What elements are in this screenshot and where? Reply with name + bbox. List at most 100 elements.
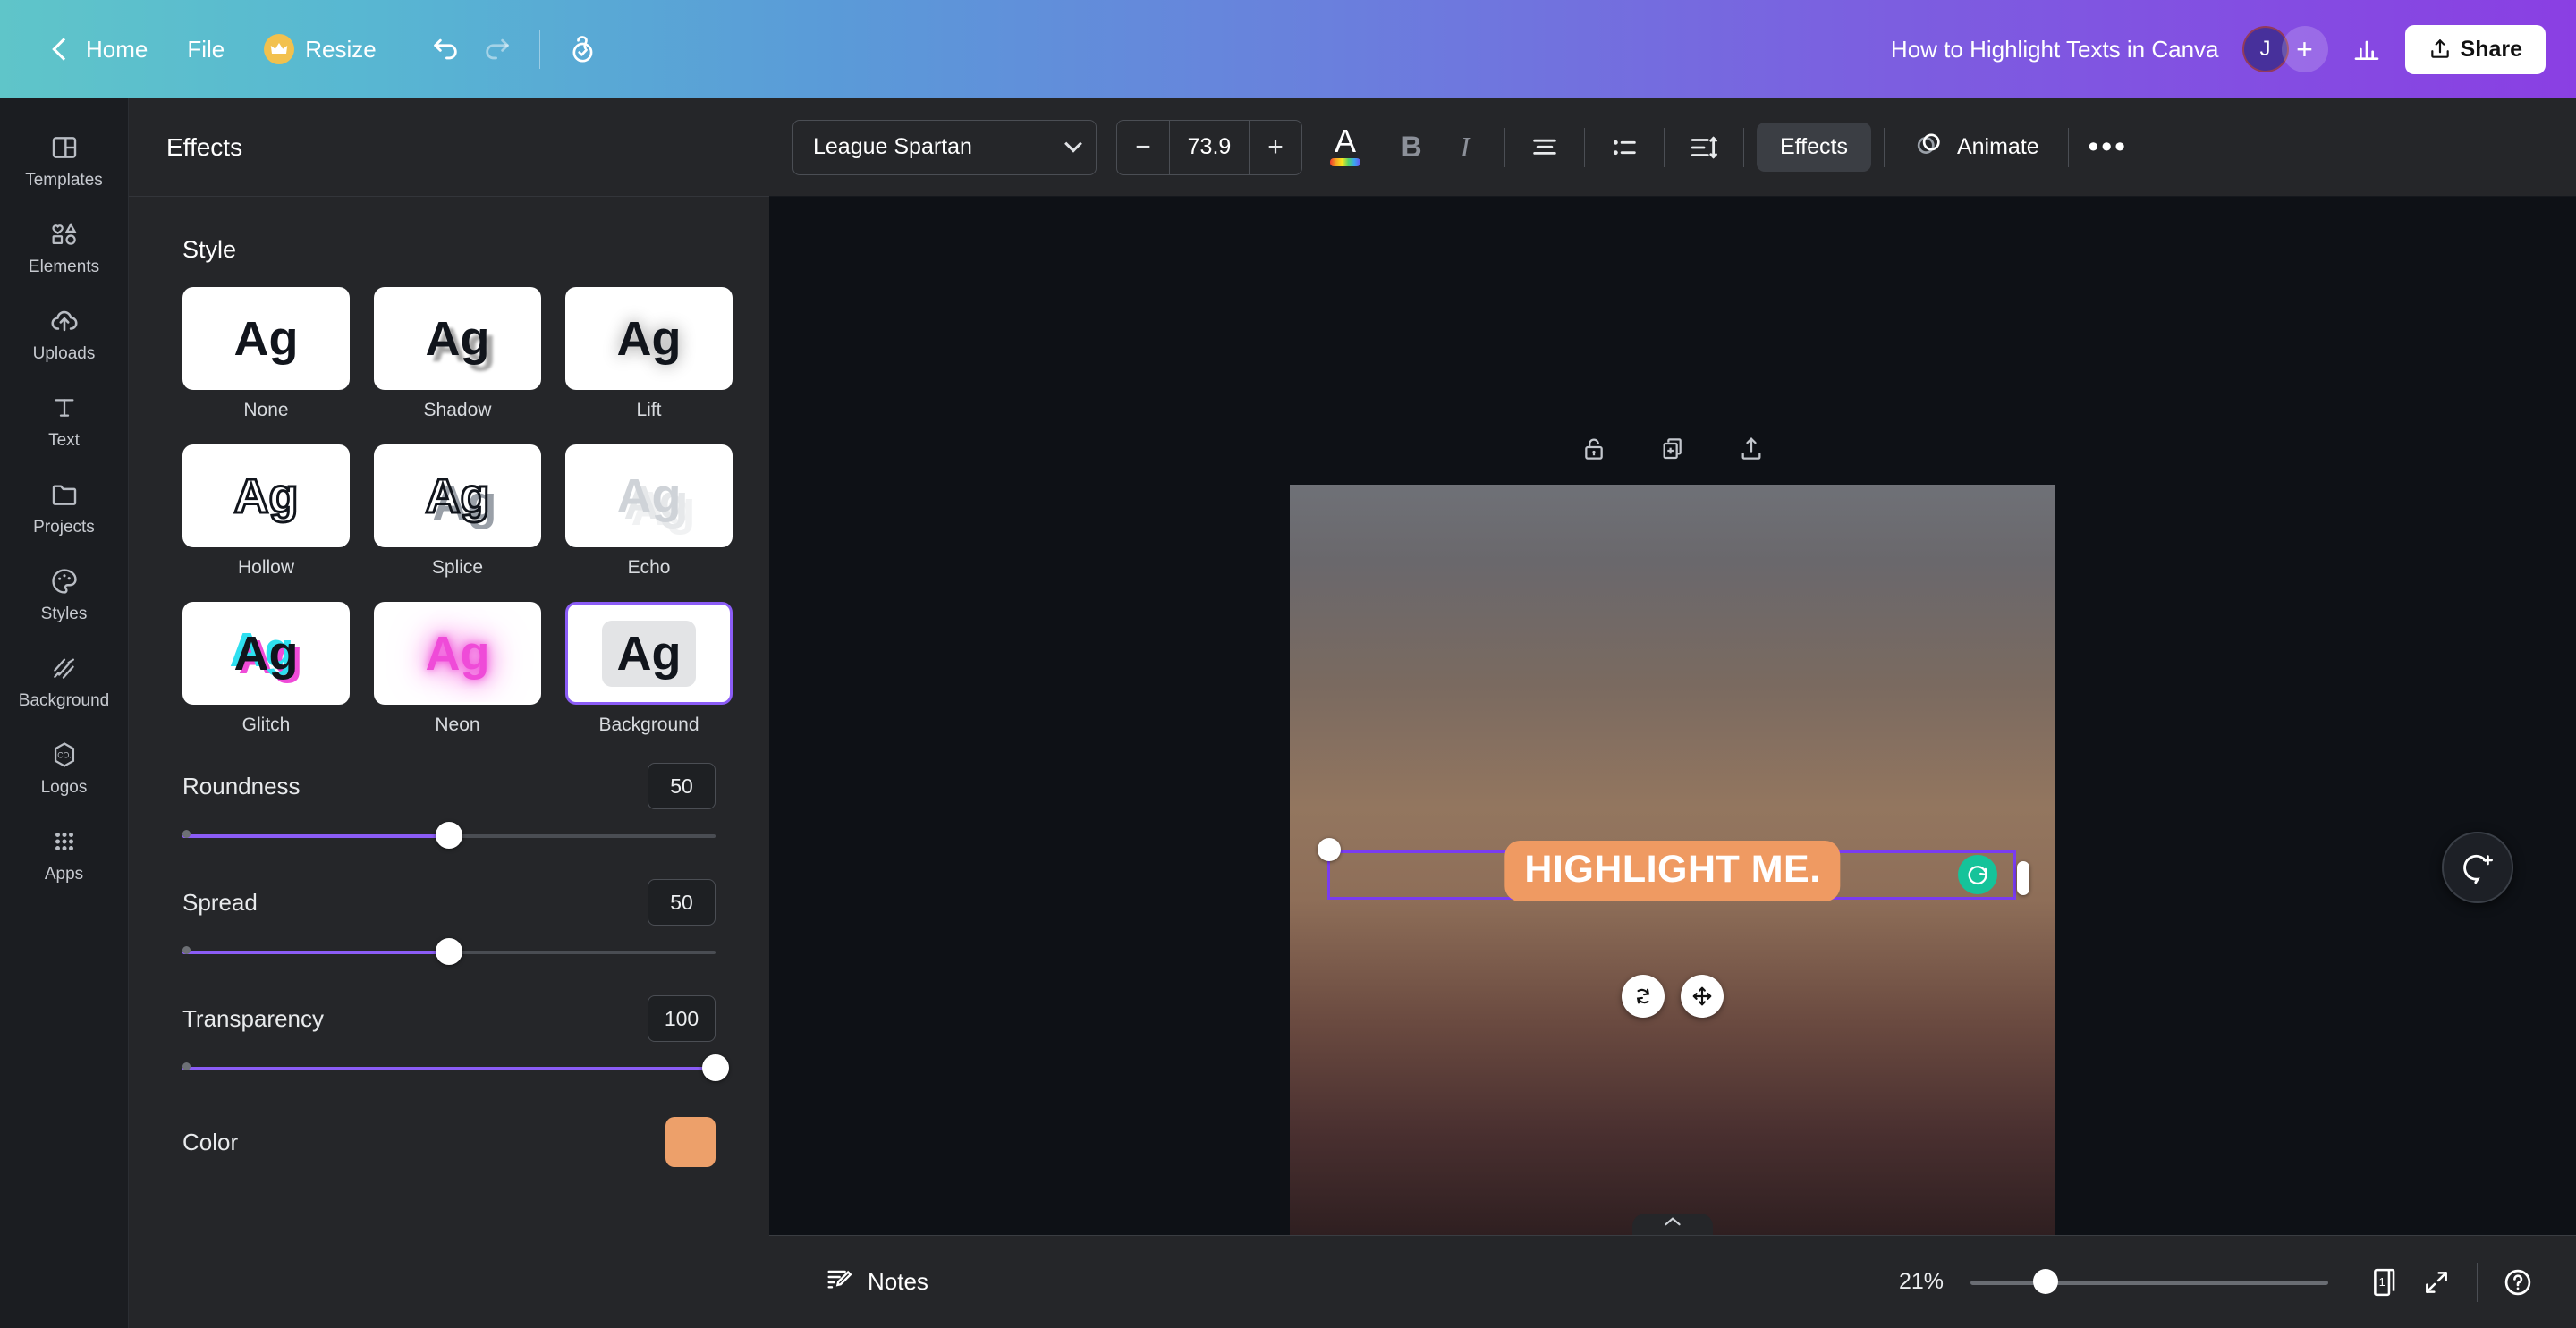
font-size-increase-button[interactable]: + bbox=[1250, 121, 1301, 174]
cloud-saved-icon[interactable] bbox=[556, 23, 608, 75]
toolbar-divider bbox=[1743, 127, 1744, 167]
style-label: Glitch bbox=[242, 715, 291, 735]
sidebar-item-templates[interactable]: Templates bbox=[9, 118, 120, 199]
panel-title: Effects bbox=[166, 132, 243, 161]
color-swatch[interactable] bbox=[665, 1117, 716, 1167]
transparency-slider[interactable] bbox=[182, 1053, 729, 1085]
lock-page-icon[interactable] bbox=[1571, 426, 1617, 472]
style-option-lift[interactable]: Ag Lift bbox=[565, 287, 733, 421]
file-menu-button[interactable]: File bbox=[167, 27, 244, 72]
animate-button[interactable]: Animate bbox=[1897, 118, 2055, 176]
transparency-value[interactable]: 100 bbox=[648, 995, 716, 1042]
bold-button[interactable]: B bbox=[1385, 121, 1438, 174]
style-option-none[interactable]: Ag None bbox=[182, 287, 350, 421]
spread-slider[interactable] bbox=[182, 936, 716, 969]
italic-button[interactable]: I bbox=[1438, 121, 1492, 174]
sidebar-item-elements[interactable]: Elements bbox=[9, 205, 120, 286]
notes-icon bbox=[825, 1265, 853, 1299]
slider-thumb[interactable] bbox=[702, 1054, 729, 1081]
logos-icon: CO. bbox=[47, 738, 81, 772]
design-page[interactable]: HIGHLIGHT ME. bbox=[1290, 485, 2055, 1235]
document-title[interactable]: How to Highlight Texts in Canva bbox=[1891, 36, 2219, 63]
spread-value[interactable]: 50 bbox=[648, 879, 716, 926]
uploads-icon bbox=[47, 304, 81, 338]
font-size-input[interactable]: 73.9 bbox=[1169, 120, 1250, 174]
effects-button[interactable]: Effects bbox=[1757, 123, 1871, 172]
resize-handle-left[interactable] bbox=[1318, 838, 1341, 861]
share-button[interactable]: Share bbox=[2404, 24, 2546, 74]
sidebar-item-logos[interactable]: CO. Logos bbox=[9, 725, 120, 807]
sidebar-item-apps[interactable]: Apps bbox=[9, 812, 120, 893]
style-sample: Ag bbox=[425, 311, 490, 366]
share-label: Share bbox=[2460, 36, 2522, 62]
invite-members-button[interactable]: + bbox=[2281, 26, 2328, 72]
page-manager-button[interactable]: 1 bbox=[2359, 1256, 2411, 1308]
add-page-after-icon[interactable] bbox=[1728, 426, 1775, 472]
resize-handle-right[interactable] bbox=[2017, 861, 2029, 895]
style-option-shadow[interactable]: Ag Shadow bbox=[374, 287, 541, 421]
style-option-hollow[interactable]: Ag Hollow bbox=[182, 444, 350, 579]
style-option-glitch[interactable]: Ag Glitch bbox=[182, 602, 350, 736]
font-size-decrease-button[interactable]: − bbox=[1117, 121, 1169, 174]
style-thumb: Ag bbox=[374, 602, 541, 705]
roundness-value[interactable]: 50 bbox=[648, 763, 716, 809]
style-thumb: Ag bbox=[182, 602, 350, 705]
highlighted-text[interactable]: HIGHLIGHT ME. bbox=[1504, 841, 1841, 901]
collapse-panel-toggle[interactable] bbox=[1632, 1214, 1713, 1235]
style-label: Lift bbox=[636, 400, 662, 420]
background-icon bbox=[47, 651, 81, 685]
style-sample: Ag bbox=[233, 311, 299, 366]
editor-body: Templates Elements Uploads Text Projects… bbox=[0, 98, 2576, 1328]
animate-icon bbox=[1913, 128, 1945, 166]
sidebar-label: Templates bbox=[25, 171, 103, 190]
effects-panel: Effects Style Ag None Ag Shadow Ag Lift bbox=[129, 98, 769, 1328]
sidebar-item-background[interactable]: Background bbox=[9, 639, 120, 720]
redo-button[interactable] bbox=[471, 23, 523, 75]
slider-fill bbox=[182, 951, 449, 954]
duplicate-page-icon[interactable] bbox=[1649, 426, 1696, 472]
text-color-button[interactable]: A bbox=[1318, 121, 1372, 174]
rotate-button[interactable] bbox=[1622, 975, 1665, 1018]
add-comment-button[interactable] bbox=[2442, 832, 2513, 903]
sidebar-item-text[interactable]: Text bbox=[9, 378, 120, 460]
more-label: ••• bbox=[2088, 130, 2129, 165]
style-option-echo[interactable]: Ag Echo bbox=[565, 444, 733, 579]
fullscreen-button[interactable] bbox=[2411, 1256, 2462, 1308]
toolbar-divider bbox=[1584, 127, 1585, 167]
bottom-divider bbox=[2477, 1262, 2478, 1302]
list-button[interactable] bbox=[1597, 121, 1651, 174]
style-sample: Ag bbox=[616, 469, 682, 523]
style-label: Hollow bbox=[237, 557, 295, 578]
notes-button[interactable]: Notes bbox=[807, 1254, 946, 1310]
help-button[interactable] bbox=[2492, 1256, 2544, 1308]
slider-thumb[interactable] bbox=[436, 822, 462, 849]
sidebar-label: Text bbox=[48, 431, 80, 450]
slider-thumb[interactable] bbox=[436, 938, 462, 965]
style-option-neon[interactable]: Ag Neon bbox=[374, 602, 541, 736]
undo-button[interactable] bbox=[419, 23, 471, 75]
crown-icon bbox=[264, 34, 295, 64]
zoom-track bbox=[1970, 1280, 2328, 1285]
move-button[interactable] bbox=[1681, 975, 1724, 1018]
effects-panel-body: Style Ag None Ag Shadow Ag Lift Ag Hollo… bbox=[129, 197, 769, 1328]
style-option-splice[interactable]: Ag Splice bbox=[374, 444, 541, 579]
style-option-background[interactable]: Ag Background bbox=[565, 602, 733, 736]
resize-button[interactable]: Resize bbox=[244, 25, 395, 73]
zoom-slider[interactable] bbox=[1970, 1268, 2328, 1296]
roundness-slider[interactable] bbox=[182, 820, 716, 852]
analytics-icon[interactable] bbox=[2341, 23, 2393, 75]
line-spacing-button[interactable] bbox=[1677, 121, 1731, 174]
font-family-select[interactable]: League Spartan bbox=[792, 119, 1097, 175]
style-section-title: Style bbox=[182, 236, 237, 263]
style-sample: Ag bbox=[616, 311, 682, 366]
grammarly-icon[interactable] bbox=[1958, 855, 1997, 894]
zoom-thumb[interactable] bbox=[2033, 1268, 2058, 1294]
align-button[interactable] bbox=[1518, 121, 1572, 174]
sidebar-item-projects[interactable]: Projects bbox=[9, 465, 120, 546]
slider-fill bbox=[182, 834, 449, 838]
color-control: Color bbox=[182, 1117, 716, 1167]
sidebar-item-uploads[interactable]: Uploads bbox=[9, 292, 120, 373]
sidebar-item-styles[interactable]: Styles bbox=[9, 552, 120, 633]
home-button[interactable]: Home bbox=[36, 27, 167, 72]
more-options-button[interactable]: ••• bbox=[2081, 121, 2135, 174]
